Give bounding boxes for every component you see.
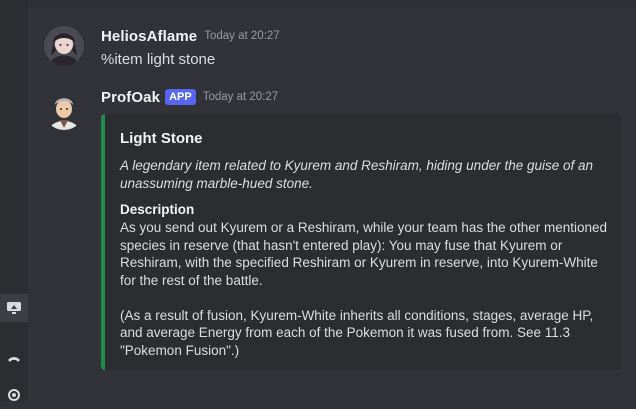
message-text: %item light stone: [101, 51, 216, 68]
settings-icon[interactable]: [0, 381, 28, 409]
embed-field-value: As you send out Kyurem or a Reshiram, wh…: [120, 220, 607, 358]
embed-title: Light Stone: [120, 130, 203, 147]
timestamp: Today at 20:27: [202, 91, 279, 103]
username[interactable]: HeliosAflame: [101, 28, 197, 45]
message-profoak: ProfOak APP Today at 20:27 Light Stone A…: [44, 87, 624, 387]
embed-description: A legendary item related to Kyurem and R…: [120, 158, 594, 191]
username[interactable]: ProfOak: [101, 89, 160, 106]
screen-share-icon[interactable]: [0, 294, 28, 322]
avatar-profoak[interactable]: [44, 90, 84, 130]
phone-icon[interactable]: [0, 345, 28, 373]
timestamp: Today at 20:27: [204, 30, 280, 42]
item-embed: Light Stone A legendary item related to …: [101, 114, 621, 370]
app-badge: APP: [165, 89, 196, 105]
left-sidebar: [0, 0, 28, 401]
top-divider: [28, 0, 636, 8]
embed-field-name: Description: [120, 202, 195, 217]
message-helios: HeliosAflame Today at 20:27 %item light …: [44, 26, 624, 70]
avatar-helios[interactable]: [44, 26, 84, 66]
